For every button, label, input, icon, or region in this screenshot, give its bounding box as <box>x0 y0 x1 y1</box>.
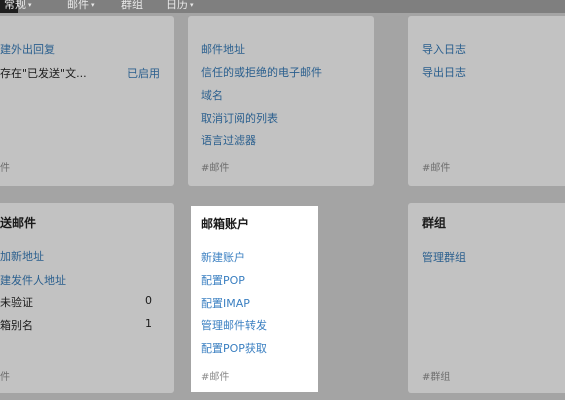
card-tag: 件 <box>0 163 10 174</box>
create-auto-reply-link[interactable]: 建外出回复 <box>0 41 55 57</box>
unverified-label: 未验证 <box>0 296 33 309</box>
chevron-down-icon: ▾ <box>91 1 95 9</box>
top-nav-bar: 常规 ▾ 邮件 ▾ 群组 日历 ▾ <box>0 0 565 13</box>
card-send-mail: 送邮件 加新地址 建发件人地址 未验证 0 箱别名 1 件 <box>0 203 174 393</box>
alias-label: 箱别名 <box>0 319 33 332</box>
nav-calendar-label: 日历 <box>166 0 188 11</box>
language-filter-link[interactable]: 语言过滤器 <box>201 132 256 148</box>
manage-groups-link[interactable]: 管理群组 <box>422 249 466 265</box>
card-tag: #邮件 <box>422 163 451 174</box>
configure-imap-link[interactable]: 配置IMAP <box>201 295 250 311</box>
sent-copy-label: 存在"已发送"文... <box>0 67 87 80</box>
card-mail-settings: 邮件地址 信任的或拒绝的电子邮件 域名 取消订阅的列表 语言过滤器 #邮件 <box>188 16 374 186</box>
alias-count: 1 <box>145 317 152 330</box>
domain-link[interactable]: 域名 <box>201 87 223 103</box>
nav-mail[interactable]: 邮件 ▾ <box>67 0 95 12</box>
configure-pop-fetch-link[interactable]: 配置POP获取 <box>201 340 267 356</box>
chevron-down-icon: ▾ <box>190 1 194 9</box>
import-log-link[interactable]: 导入日志 <box>422 41 466 57</box>
nav-general-label: 常规 <box>4 0 26 11</box>
card-tag: #邮件 <box>201 163 230 174</box>
create-sender-address-link[interactable]: 建发件人地址 <box>0 272 66 288</box>
nav-mail-label: 邮件 <box>67 0 89 11</box>
export-log-link[interactable]: 导出日志 <box>422 64 466 80</box>
nav-calendar[interactable]: 日历 ▾ <box>166 0 194 12</box>
card-title: 群组 <box>422 216 447 230</box>
card-tag: #邮件 <box>201 372 230 383</box>
sent-copy-status[interactable]: 已启用 <box>127 65 160 81</box>
card-tag: 件 <box>0 372 10 383</box>
card-auto-reply: 建外出回复 存在"已发送"文... 已启用 件 <box>0 16 174 186</box>
configure-pop-link[interactable]: 配置POP <box>201 272 245 288</box>
manage-forwarding-link[interactable]: 管理邮件转发 <box>201 317 267 333</box>
card-tag: #群组 <box>422 372 451 383</box>
unsubscribed-lists-link[interactable]: 取消订阅的列表 <box>201 110 278 126</box>
card-logs: 导入日志 导出日志 #邮件 <box>408 16 565 186</box>
chevron-down-icon: ▾ <box>28 1 32 9</box>
card-mail-accounts: 邮箱账户 新建账户 配置POP 配置IMAP 管理邮件转发 配置POP获取 #邮… <box>191 206 318 392</box>
nav-groups-label: 群组 <box>121 0 143 11</box>
card-title: 送邮件 <box>0 216 37 230</box>
new-account-link[interactable]: 新建账户 <box>201 249 245 265</box>
unverified-count: 0 <box>145 294 152 307</box>
email-address-link[interactable]: 邮件地址 <box>201 41 245 57</box>
add-new-address-link[interactable]: 加新地址 <box>0 248 44 264</box>
card-groups: 群组 管理群组 #群组 <box>408 203 565 393</box>
nav-groups[interactable]: 群组 <box>121 0 143 12</box>
nav-general[interactable]: 常规 ▾ <box>4 0 32 12</box>
card-title: 邮箱账户 <box>201 217 250 231</box>
trusted-blocked-email-link[interactable]: 信任的或拒绝的电子邮件 <box>201 64 322 80</box>
